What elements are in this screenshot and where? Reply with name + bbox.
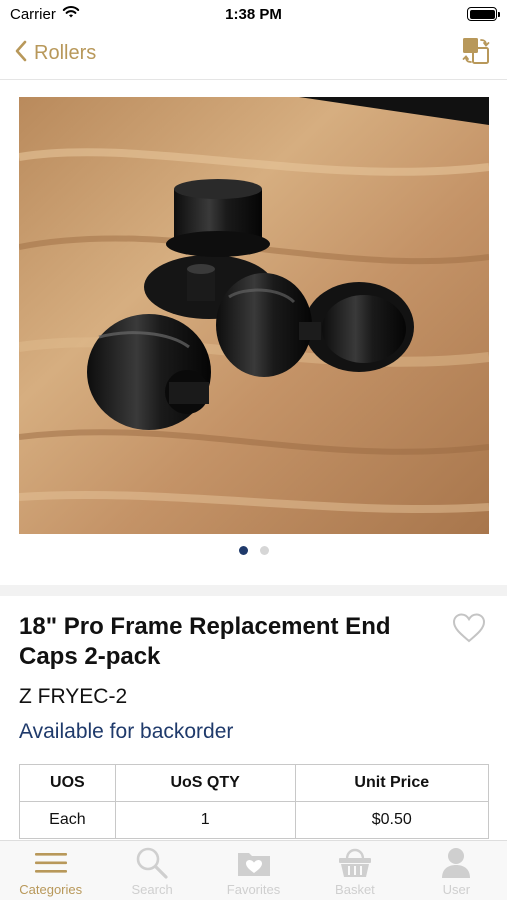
cell-unit-price: $0.50 — [294, 801, 490, 839]
tab-label-basket: Basket — [335, 882, 375, 897]
page-dot-2[interactable] — [259, 546, 269, 555]
menu-lines-icon — [33, 848, 69, 878]
wifi-icon — [62, 5, 80, 23]
availability-status: Available for backorder — [19, 720, 234, 743]
product-sku: Z FRYEC-2 — [19, 685, 128, 708]
heart-outline-icon — [452, 613, 486, 648]
tab-bar: Categories Search Favorites Basket User — [0, 840, 507, 900]
back-button[interactable]: Rollers — [14, 40, 96, 68]
tab-label-user: User — [442, 882, 471, 897]
chevron-left-icon — [14, 40, 28, 68]
tab-basket[interactable]: Basket — [304, 841, 405, 900]
tab-label-search: Search — [131, 882, 173, 897]
carrier-label: Carrier — [10, 5, 56, 23]
status-left: Carrier — [10, 5, 80, 23]
user-icon — [438, 848, 474, 878]
tab-label-categories: Categories — [19, 882, 83, 897]
product-image[interactable] — [19, 97, 489, 534]
nav-bar: Rollers — [0, 28, 507, 80]
table-row: Each 1 $0.50 — [19, 801, 490, 839]
basket-icon — [337, 848, 373, 878]
favorite-button[interactable] — [452, 612, 488, 648]
tab-categories[interactable]: Categories — [0, 841, 101, 900]
battery-icon — [467, 7, 500, 21]
image-gallery[interactable] — [0, 80, 507, 585]
tab-user[interactable]: User — [406, 841, 507, 900]
cell-uos-qty: 1 — [114, 801, 296, 839]
column-header-unit-price: Unit Price — [294, 764, 490, 802]
column-header-uos: UOS — [19, 764, 116, 802]
heart-folder-icon — [236, 848, 272, 878]
tab-favorites[interactable]: Favorites — [203, 841, 304, 900]
search-icon — [134, 847, 170, 879]
product-title: 18" Pro Frame Replacement End Caps 2-pac… — [19, 613, 391, 670]
share-copy-icon — [461, 36, 491, 71]
table-header-row: UOS UoS QTY Unit Price — [19, 764, 490, 802]
tab-label-favorites: Favorites — [226, 882, 281, 897]
page-indicator[interactable] — [0, 546, 507, 555]
price-table: UOS UoS QTY Unit Price Each 1 $0.50 — [19, 764, 490, 839]
tab-search[interactable]: Search — [101, 841, 202, 900]
cell-uos: Each — [19, 801, 116, 839]
section-separator — [0, 585, 507, 596]
page-dot-1[interactable] — [238, 546, 248, 555]
status-bar: Carrier 1:38 PM — [0, 0, 507, 28]
column-header-uos-qty: UoS QTY — [114, 764, 296, 802]
back-button-label: Rollers — [34, 42, 97, 64]
share-copy-button[interactable] — [459, 37, 493, 71]
